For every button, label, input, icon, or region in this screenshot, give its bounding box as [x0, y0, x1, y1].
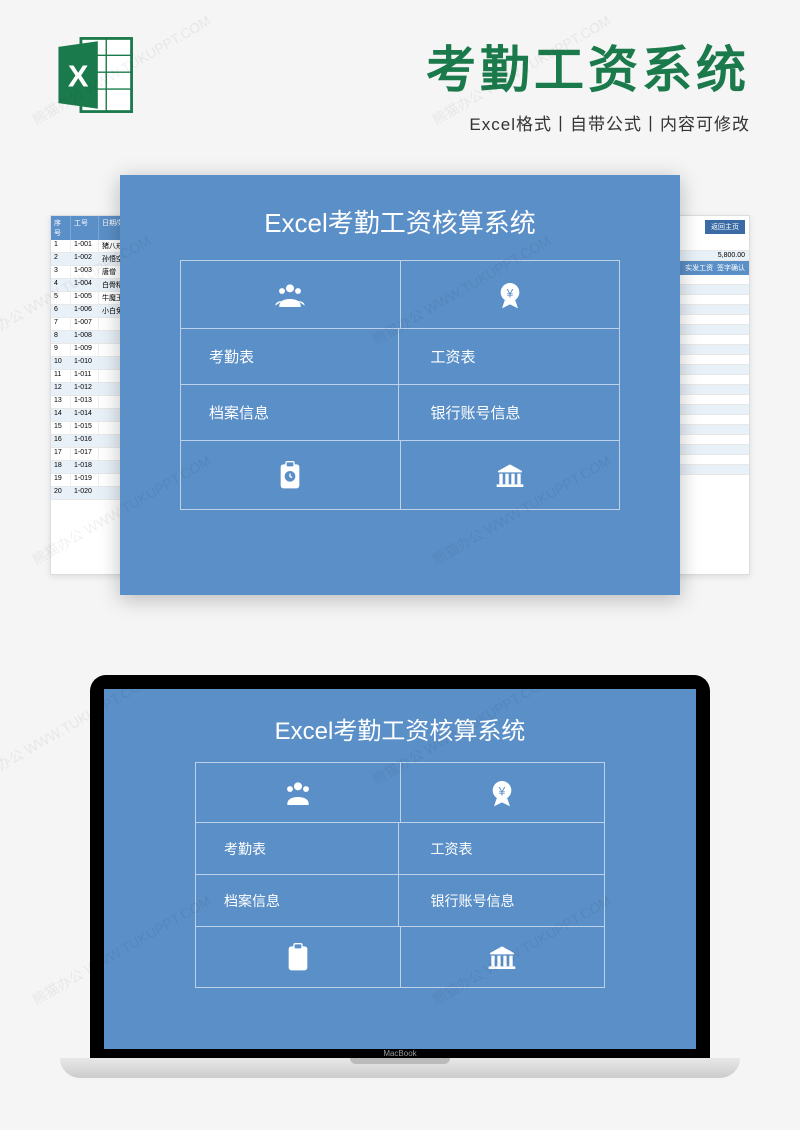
bank-icon — [401, 927, 605, 987]
nav-attendance[interactable]: 考勤表 — [196, 823, 399, 875]
svg-text:X: X — [68, 58, 89, 93]
card-title: Excel考勤工资核算系统 — [264, 203, 536, 240]
clipboard-icon — [196, 927, 401, 987]
laptop-brand: MacBook — [60, 1049, 740, 1058]
template-preview-stack: 序号工号日期/姓名1 11-001猪八戒出21-002孙悟空出31-003唐僧出… — [50, 175, 750, 615]
svg-text:¥: ¥ — [505, 286, 513, 300]
people-icon — [181, 261, 401, 329]
nav-bank[interactable]: 银行账号信息 — [399, 385, 620, 441]
excel-icon: X — [50, 30, 140, 120]
page-title: 考勤工资系统 — [160, 30, 750, 102]
nav-attendance[interactable]: 考勤表 — [181, 329, 399, 385]
bank-icon — [401, 441, 620, 509]
main-card: Excel考勤工资核算系统 ¥ 考勤表 工资表 档案信息 银行账号信息 — [120, 175, 680, 595]
nav-bank[interactable]: 银行账号信息 — [399, 875, 605, 927]
back-home-button[interactable]: 返回主页 — [705, 220, 745, 234]
nav-grid: ¥ 考勤表 工资表 档案信息 银行账号信息 — [180, 261, 620, 510]
page-subtitle: Excel格式丨自带公式丨内容可修改 — [160, 110, 750, 135]
nav-archive[interactable]: 档案信息 — [181, 385, 399, 441]
people-icon — [196, 763, 401, 823]
nav-salary[interactable]: 工资表 — [399, 329, 620, 385]
badge-icon: ¥ — [401, 261, 620, 329]
badge-icon: ¥ — [401, 763, 605, 823]
svg-text:¥: ¥ — [498, 784, 506, 798]
page-header: X 考勤工资系统 Excel格式丨自带公式丨内容可修改 — [0, 0, 800, 155]
laptop-mockup: Excel考勤工资核算系统 ¥ 考勤表 工资表 档案信息 银行账号信息 — [60, 675, 740, 1078]
nav-archive[interactable]: 档案信息 — [196, 875, 399, 927]
clipboard-icon — [181, 441, 401, 509]
card-title-laptop: Excel考勤工资核算系统 — [275, 711, 526, 746]
nav-salary[interactable]: 工资表 — [399, 823, 605, 875]
